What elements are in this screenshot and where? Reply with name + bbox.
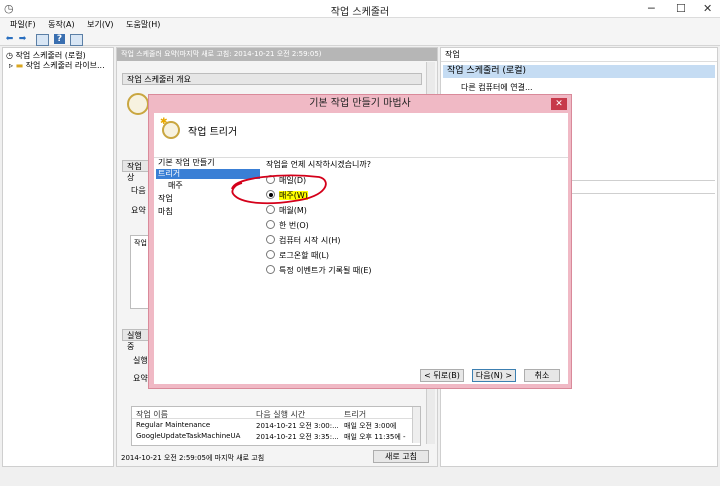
radio-button [266,220,275,229]
run-label: 실행 [133,356,148,365]
radio-startup[interactable]: 컴퓨터 시작 시(H) [266,235,341,247]
radio-button [266,235,275,244]
refresh-button[interactable]: 새로 고침 [373,450,429,463]
overview-label: 작업 스케줄러 개요 [127,75,191,84]
forward-arrow-icon[interactable]: ➡ [17,34,28,44]
expand-icon: ▹ [9,61,14,70]
radio-label: 한 번(O) [279,221,309,230]
next-label: 다음 [131,186,146,195]
menu-view[interactable]: 보기(V) [87,20,113,29]
overview-section[interactable]: 작업 스케줄러 개요 [122,73,422,85]
back-arrow-icon[interactable]: ⬅ [4,34,15,44]
actions-divider [569,193,715,194]
menu-action[interactable]: 동작(A) [48,20,74,29]
maximize-icon[interactable]: ☐ [676,2,686,15]
annotation-circle [231,174,327,205]
active-tasks-table: 작업 이름 다음 실행 시간 트리거 Regular Maintenance 2… [131,406,421,446]
dialog-header: ✱ 작업 트리거 [154,113,568,158]
console-tree-icon[interactable] [36,34,49,46]
table-row[interactable]: Regular Maintenance [136,421,210,429]
action-pane-icon[interactable] [70,34,83,46]
table-cell: 매일 오전 3:00에 [344,422,397,430]
status-bar [0,469,720,486]
active-section-label: 실행 중 [127,331,142,351]
last-refresh-text: 2014-10-21 오전 2:59:05에 마지막 새로 고침 [121,454,265,462]
radio-label: 로그온할 때(L) [279,251,330,260]
clock-icon [127,93,149,115]
window-title-bar: ◷ 작업 스케줄러 ─ ☐ ✕ [0,0,720,18]
dialog-heading: 작업 트리거 [188,127,238,138]
next-button[interactable]: 다음(N) > [472,369,516,382]
actions-section[interactable]: 작업 스케줄러 (로컬) [443,65,715,78]
radio-label: 특정 이벤트가 기록될 때(E) [279,266,372,275]
radio-event[interactable]: 특정 이벤트가 기록될 때(E) [266,265,372,277]
summary2-label: 요약 [133,374,148,383]
dialog-close-button[interactable]: ✕ [551,98,567,110]
radio-once[interactable]: 한 번(O) [266,220,309,232]
table-scrollbar[interactable] [412,407,420,443]
actions-divider [569,180,715,181]
clock-icon: ◷ [6,51,13,60]
work-label: 작업 [134,239,147,247]
table-cell: 매일 오후 11:35에 - [344,433,406,441]
actions-header: 작업 [441,48,717,62]
radio-logon[interactable]: 로그온할 때(L) [266,250,329,262]
tree-root-label: 작업 스케줄러 (로컬) [15,51,86,60]
table-row[interactable]: GoogleUpdateTaskMachineUA [136,432,240,440]
console-tree: ◷ 작업 스케줄러 (로컬) ▹ ▬ 작업 스케줄러 라이브... [2,47,114,467]
help-icon[interactable]: ? [54,34,65,44]
summary-label: 요약 [131,206,146,215]
tree-library[interactable]: ▹ ▬ 작업 스케줄러 라이브... [9,60,105,71]
close-icon[interactable]: ✕ [703,2,712,15]
center-header: 작업 스케줄러 요약(마지막 새로 고침: 2014-10-21 오전 2:59… [117,48,437,61]
actions-section-label: 작업 스케줄러 (로컬) [447,66,526,76]
minimize-icon[interactable]: ─ [648,2,655,15]
menu-help[interactable]: 도움말(H) [126,20,160,29]
dialog-body: ✱ 작업 트리거 기본 작업 만들기 트리거 매주 작업 마침 작업을 언제 시… [154,113,568,384]
menu-file[interactable]: 파일(F) [10,20,36,29]
back-button[interactable]: < 뒤로(B) [420,369,464,382]
radio-button [266,250,275,259]
star-icon: ✱ [160,117,168,127]
create-basic-task-dialog: 기본 작업 만들기 마법사 ✕ ✱ 작업 트리거 기본 작업 만들기 트리거 매… [148,94,572,389]
step-create-basic-task: 기본 작업 만들기 [158,158,215,167]
window-title: 작업 스케줄러 [330,7,390,18]
menu-bar: 파일(F) 동작(A) 보기(V) 도움말(H) [0,18,720,32]
trigger-question: 작업을 언제 시작하시겠습니까? [266,160,372,169]
header-divider [132,418,412,419]
table-cell: 2014-10-21 오전 3:00:... [256,422,339,430]
radio-button [266,265,275,274]
folder-icon: ▬ [15,61,24,70]
dialog-title: 기본 작업 만들기 마법사 [309,98,411,109]
tree-library-label: 작업 스케줄러 라이브... [25,61,105,70]
status-section-label: 작업 상 [127,162,142,182]
table-cell: 2014-10-21 오전 3:35:... [256,433,339,441]
cancel-button[interactable]: 취소 [524,369,560,382]
connect-computer-action[interactable]: 다른 컴퓨터에 연결... [461,82,533,93]
toolbar: ⬅ ➡ ? [0,32,720,46]
radio-label: 컴퓨터 시작 시(H) [279,236,341,245]
